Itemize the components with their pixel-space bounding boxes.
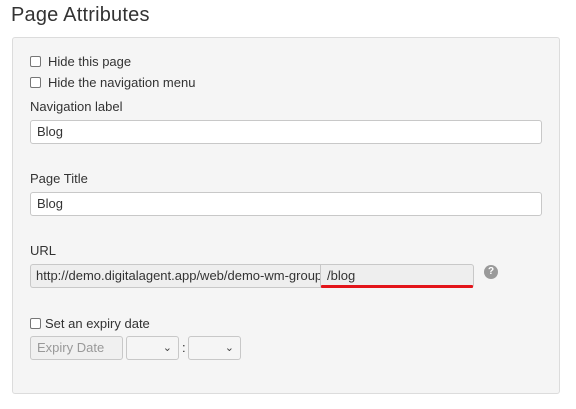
expiry-date-input[interactable]: Expiry Date	[30, 336, 123, 360]
expiry-hour-select[interactable]: ⌄	[126, 336, 179, 360]
url-heading: URL	[30, 243, 57, 258]
navigation-label-heading: Navigation label	[30, 99, 123, 114]
time-separator: :	[182, 340, 186, 355]
question-mark-icon[interactable]: ?	[484, 265, 498, 279]
expiry-checkbox[interactable]	[30, 318, 41, 329]
navigation-label-input[interactable]: Blog	[30, 120, 542, 144]
expiry-label: Set an expiry date	[45, 316, 150, 331]
url-prefix: http://demo.digitalagent.app/web/demo-wm…	[30, 264, 320, 288]
chevron-down-icon: ⌄	[224, 342, 234, 354]
highlight-underline	[321, 285, 473, 288]
hide-nav-option[interactable]: Hide the navigation menu	[30, 75, 195, 90]
page-title-heading: Page Title	[30, 171, 88, 186]
hide-page-checkbox[interactable]	[30, 56, 41, 67]
hide-page-option[interactable]: Hide this page	[30, 54, 131, 69]
hide-nav-checkbox[interactable]	[30, 77, 41, 88]
chevron-down-icon: ⌄	[162, 342, 172, 354]
expiry-minute-select[interactable]: ⌄	[188, 336, 241, 360]
hide-nav-label: Hide the navigation menu	[48, 75, 196, 90]
page-title: Page Attributes	[11, 4, 150, 26]
hide-page-label: Hide this page	[48, 54, 132, 69]
page-title-input[interactable]: Blog	[30, 192, 542, 216]
expiry-option[interactable]: Set an expiry date	[30, 316, 150, 331]
